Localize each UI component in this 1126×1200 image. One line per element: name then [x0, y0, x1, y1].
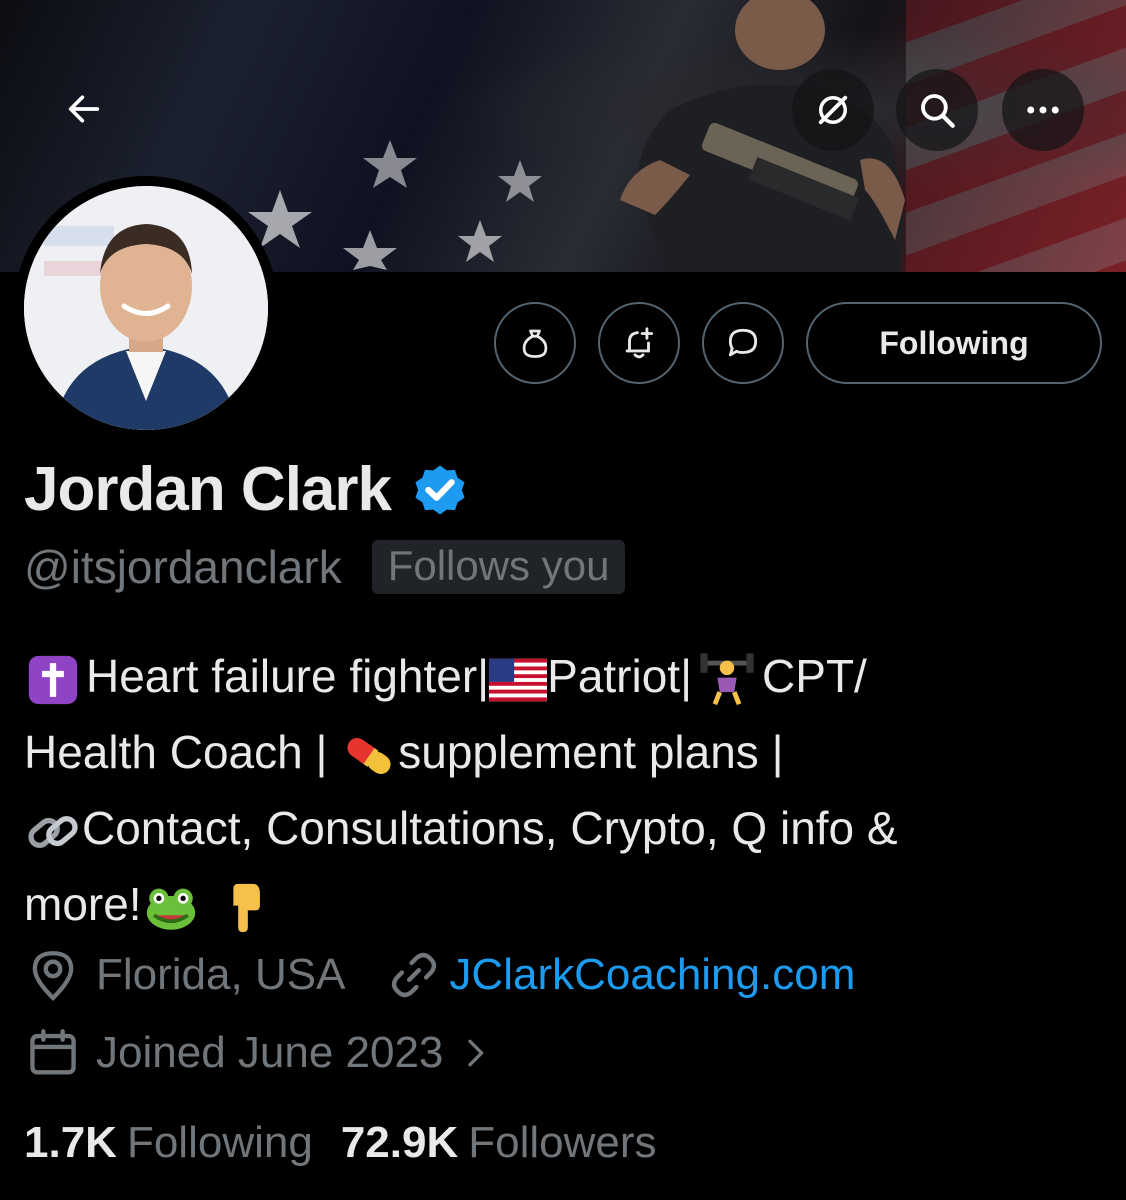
bio-text-1c: CPT/	[762, 650, 867, 702]
back-arrow-icon	[68, 95, 100, 123]
profile-website-link[interactable]: JClarkCoaching.com	[449, 950, 855, 1000]
more-icon	[1027, 106, 1059, 114]
pill-emoji-icon	[347, 737, 391, 774]
profile-name: Jordan Clark	[24, 455, 392, 524]
banner-stars	[248, 140, 542, 270]
profile-handle: @itsjordanclark	[24, 541, 342, 593]
profile-bio: Heart failure fighter| Patriot| CPT/ Hea…	[24, 638, 1114, 942]
link-icon	[392, 952, 437, 998]
link-emoji-icon	[28, 815, 78, 848]
bio-text-4: more!	[24, 878, 142, 930]
bio-line-1: Heart failure fighter| Patriot| CPT/	[24, 638, 1114, 714]
message-button[interactable]	[702, 302, 784, 384]
more-button[interactable]	[1002, 69, 1084, 151]
chevron-right-icon	[468, 1039, 484, 1067]
followers-label: Followers	[468, 1118, 657, 1167]
search-icon	[921, 94, 955, 128]
bell-plus-icon	[625, 327, 654, 359]
weightlifter-emoji-icon	[700, 653, 754, 705]
profile-name-row: Jordan Clark	[24, 454, 471, 525]
bio-line-2: Health Coach | supplement plans |	[24, 714, 1114, 790]
profile-meta-row-2[interactable]: Joined June 2023	[24, 1024, 495, 1082]
tip-button[interactable]	[494, 302, 576, 384]
profile-location: Florida, USA	[96, 950, 346, 999]
bio-text-3: Contact, Consultations, Crypto, Q info &	[82, 802, 898, 854]
bio-text-2b: supplement plans |	[398, 726, 784, 778]
pointing-down-emoji-icon	[232, 883, 260, 933]
message-icon	[728, 328, 758, 357]
following-button[interactable]: Following	[806, 302, 1102, 384]
us-flag-emoji-icon	[489, 658, 548, 702]
following-label: Following	[126, 1118, 313, 1167]
bio-line-3: Contact, Consultations, Crypto, Q info &	[24, 790, 1114, 866]
grok-button[interactable]	[792, 69, 874, 151]
calendar-icon	[30, 1029, 76, 1075]
follows-you-badge: Follows you	[371, 540, 626, 594]
notification-button[interactable]	[598, 302, 680, 384]
money-bag-icon	[522, 329, 548, 358]
back-button[interactable]	[44, 69, 124, 149]
latin-cross-emoji-icon	[28, 655, 78, 705]
bio-text-1b: Patriot|	[547, 650, 693, 702]
grok-icon	[818, 95, 848, 125]
bio-text-1a: Heart failure fighter|	[86, 650, 490, 702]
avatar-image	[24, 186, 268, 430]
profile-meta-row-1: Florida, USA JClarkCoaching.com	[24, 946, 855, 1004]
handle-row: @itsjordanclark Follows you	[24, 540, 626, 594]
bio-text-2a: Health Coach |	[24, 726, 341, 778]
following-count: 1.7K	[24, 1118, 117, 1167]
location-pin-icon	[32, 951, 74, 1002]
avatar[interactable]	[24, 186, 268, 430]
profile-joined-date: Joined June 2023	[96, 1028, 444, 1077]
search-button[interactable]	[896, 69, 978, 151]
profile-stats: 1.7K Following 72.9K Followers	[24, 1118, 657, 1168]
verified-badge-icon[interactable]	[409, 459, 471, 521]
following-stat[interactable]: 1.7K Following	[24, 1118, 313, 1168]
followers-count: 72.9K	[340, 1118, 459, 1167]
followers-stat[interactable]: 72.9K Followers	[341, 1118, 657, 1168]
bio-line-4: more!	[24, 866, 1114, 942]
frog-emoji-icon	[146, 888, 195, 930]
banner-person	[620, 0, 905, 272]
